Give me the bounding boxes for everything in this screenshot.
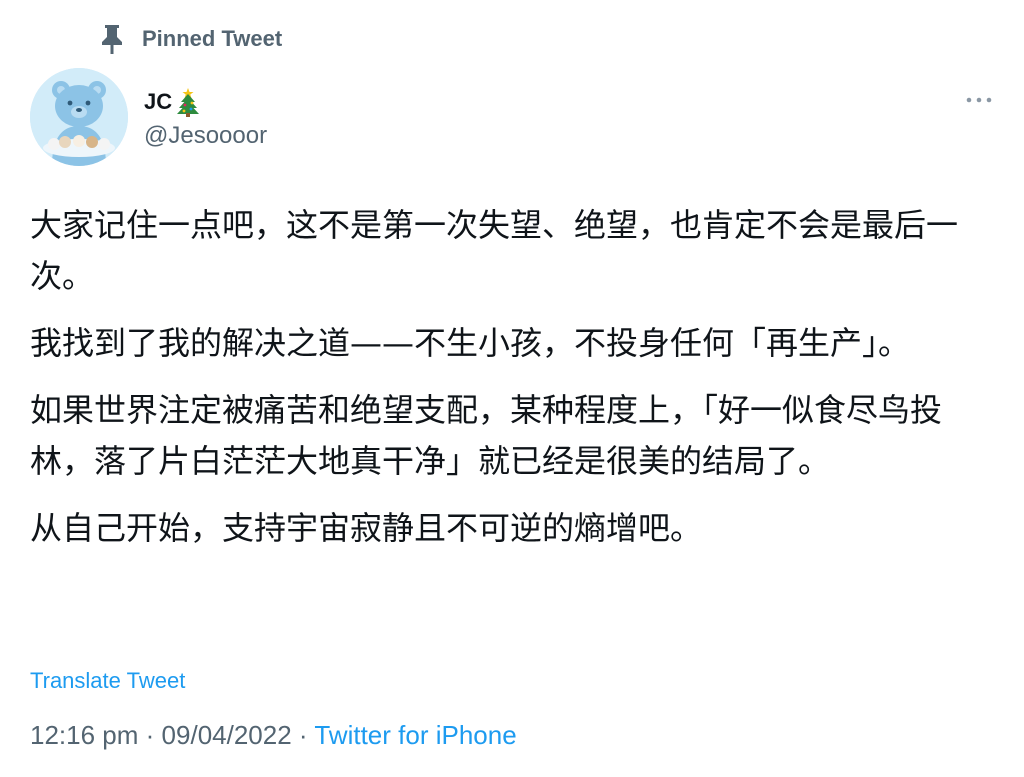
christmas-tree-icon: [174, 87, 202, 117]
display-name-row[interactable]: JC: [144, 86, 267, 118]
meta-separator: ·: [298, 720, 308, 750]
tweet-source-link[interactable]: Twitter for iPhone: [314, 720, 516, 750]
user-info[interactable]: JC @Jesoooor: [144, 86, 267, 150]
tweet-text: 大家记住一点吧，这不是第一次失望、绝望，也肯定不会是最后一次。 我找到了我的解决…: [30, 200, 990, 570]
tweet-date[interactable]: 09/04/2022: [162, 720, 292, 750]
user-handle[interactable]: @Jesoooor: [144, 122, 267, 150]
tweet-paragraph: 我找到了我的解决之道——不生小孩，不投身任何「再生产」。: [30, 324, 911, 362]
pin-icon: [98, 23, 126, 55]
bear-avatar-icon: [30, 68, 128, 166]
meta-separator: ·: [145, 720, 155, 750]
tweet-metadata: 12:16 pm · 09/04/2022 · Twitter for iPho…: [30, 720, 517, 751]
display-name[interactable]: JC: [144, 89, 172, 115]
tweet-paragraph: 大家记住一点吧，这不是第一次失望、绝望，也肯定不会是最后一次。: [30, 206, 959, 295]
tweet-paragraph: 从自己开始，支持宇宙寂静且不可逆的熵增吧。: [30, 509, 703, 547]
translate-tweet-link[interactable]: Translate Tweet: [30, 668, 185, 694]
pinned-label: Pinned Tweet: [142, 26, 283, 51]
more-options-icon[interactable]: [964, 92, 994, 108]
tweet-paragraph: 如果世界注定被痛苦和绝望支配，某种程度上，「好一似食尽鸟投林，落了片白茫茫大地真…: [30, 391, 943, 480]
tweet-time[interactable]: 12:16 pm: [30, 720, 138, 750]
pinned-indicator: Pinned Tweet: [98, 22, 282, 56]
avatar[interactable]: [30, 68, 128, 166]
